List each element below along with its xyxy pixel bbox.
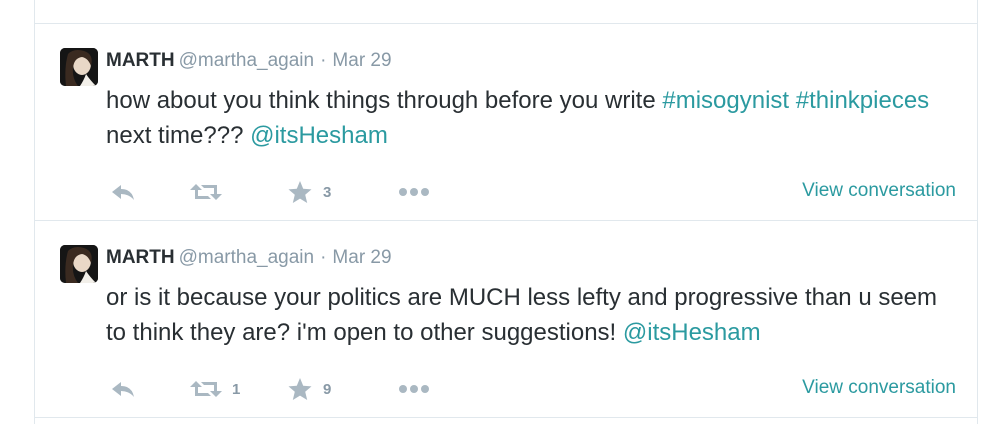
favorite-icon [288, 181, 312, 203]
retweet-button[interactable]: 1 [190, 376, 240, 402]
header-separator: · [320, 50, 327, 71]
more-icon [399, 188, 429, 196]
reply-button[interactable] [110, 179, 136, 205]
header-separator: · [320, 247, 327, 268]
tweet[interactable]: MARTH @martha_again · Mar 29 how about you … [35, 24, 977, 220]
tweet-actions: 1 9 View conversation [106, 376, 956, 402]
avatar[interactable] [60, 48, 98, 86]
username[interactable]: @martha_again [179, 50, 314, 71]
tweet-text: how about you think things through befor… [106, 83, 946, 153]
favorite-count: 3 [323, 183, 332, 201]
mention-link[interactable]: @itsHesham [623, 319, 761, 346]
tweet-actions: 3 View conversation [106, 179, 956, 205]
reply-icon [112, 185, 134, 200]
tweet-header: MARTH @martha_again · Mar 29 [106, 246, 392, 270]
reply-button[interactable] [110, 376, 136, 402]
text-segment [789, 87, 796, 114]
avatar[interactable] [60, 245, 98, 283]
retweet-icon [190, 381, 222, 397]
more-icon [399, 385, 429, 393]
reply-icon [112, 382, 134, 397]
hashtag-link[interactable]: #thinkpieces [796, 87, 929, 114]
tweet-stream: MARTH @martha_again · Mar 29 how about you … [34, 0, 978, 424]
more-button[interactable] [397, 376, 431, 402]
username[interactable]: @martha_again [179, 247, 314, 268]
tweet-header: MARTH @martha_again · Mar 29 [106, 49, 392, 73]
hashtag-link[interactable]: #misogynist [662, 87, 789, 114]
fullname[interactable]: MARTH [106, 247, 175, 268]
timestamp[interactable]: Mar 29 [332, 50, 391, 71]
retweet-count: 1 [232, 380, 241, 398]
more-button[interactable] [397, 179, 431, 205]
favorite-count: 9 [323, 380, 332, 398]
fullname[interactable]: MARTH [106, 50, 175, 71]
bottom-divider [35, 417, 977, 418]
retweet-icon [190, 184, 222, 200]
tweet[interactable]: MARTH @martha_again · Mar 29 or is it becau… [35, 221, 977, 417]
text-segment: how about you think things through befor… [106, 87, 663, 114]
favorite-button[interactable]: 9 [287, 376, 331, 402]
timestamp[interactable]: Mar 29 [332, 247, 391, 268]
retweet-button[interactable] [190, 179, 232, 205]
favorite-icon [288, 378, 312, 400]
favorite-button[interactable]: 3 [287, 179, 331, 205]
text-segment: next time??? [106, 122, 251, 149]
tweet-text: or is it because your politics are MUCH … [106, 280, 946, 350]
mention-link[interactable]: @itsHesham [250, 122, 388, 149]
text-segment: or is it because your politics are MUCH … [106, 284, 938, 346]
view-conversation-link[interactable]: View conversation [802, 376, 956, 400]
view-conversation-link[interactable]: View conversation [802, 179, 956, 203]
